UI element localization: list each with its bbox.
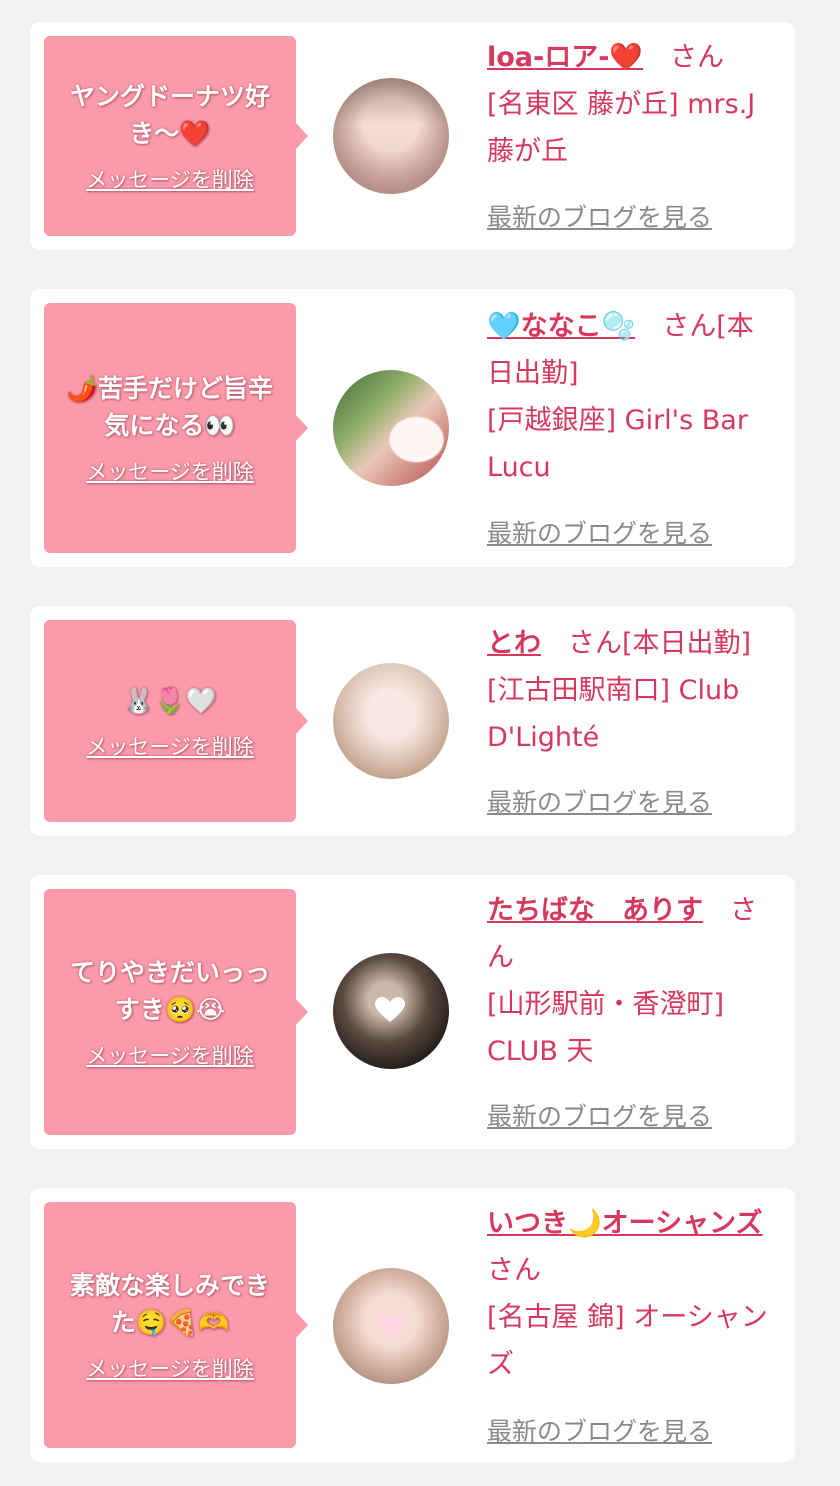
message-card: てりやきだいっっすき🥺😭 メッセージを削除 たちばな ありす さん [山形駅前・…	[30, 875, 795, 1149]
message-bubble: ヤングドーナツ好き〜❤️ メッセージを削除	[44, 36, 308, 236]
shop-info: [江古田駅南口] Club D'Lighté	[487, 675, 740, 753]
view-latest-blog-link[interactable]: 最新のブログを見る	[487, 1412, 712, 1448]
view-latest-blog-link[interactable]: 最新のブログを見る	[487, 783, 712, 819]
message-bubble: 素敵な楽しみできた🤤🍕🫶 メッセージを削除	[44, 1202, 308, 1448]
message-text: ヤングドーナツ好き〜❤️	[69, 82, 270, 148]
profile-name-link[interactable]: とわ	[487, 628, 541, 659]
message-text: 素敵な楽しみできた🤤🍕🫶	[69, 1271, 270, 1337]
message-bubble: 🌶️苦手だけど旨辛気になる👀 メッセージを削除	[44, 303, 308, 553]
heart-sticker-icon	[375, 997, 405, 1023]
view-latest-blog-link[interactable]: 最新のブログを見る	[487, 514, 712, 550]
profile-info: たちばな ありす さん [山形駅前・香澄町] CLUB 天	[487, 887, 779, 1075]
avatar[interactable]	[333, 78, 449, 194]
shop-info: [名古屋 錦] オーシャンズ	[487, 1302, 768, 1380]
message-bubble: 🐰🌷🤍 メッセージを削除	[44, 620, 308, 822]
avatar[interactable]	[333, 953, 449, 1069]
shop-info: [戸越銀座] Girl's Bar Lucu	[487, 405, 748, 483]
profile-info: loa-ロア-❤️ さん [名東区 藤が丘] mrs.J 藤が丘	[487, 34, 779, 175]
profile-info: 🩵ななこ🫧 さん[本日出勤] [戸越銀座] Girl's Bar Lucu	[487, 303, 779, 491]
message-card: 素敵な楽しみできた🤤🍕🫶 メッセージを削除 いつき🌙オーシャンズ さん [名古屋…	[30, 1188, 795, 1462]
view-latest-blog-link[interactable]: 最新のブログを見る	[487, 198, 712, 234]
delete-message-link[interactable]: メッセージを削除	[86, 164, 254, 194]
avatar[interactable]	[333, 1268, 449, 1384]
message-text: 🐰🌷🤍	[123, 685, 217, 715]
message-card: 🐰🌷🤍 メッセージを削除 とわ さん[本日出勤] [江古田駅南口] Club D…	[30, 606, 795, 836]
profile-name-link[interactable]: 🩵ななこ🫧	[487, 311, 635, 342]
shop-info: [名東区 藤が丘] mrs.J 藤が丘	[487, 89, 756, 167]
heart-sticker-icon	[376, 1314, 406, 1340]
view-latest-blog-link[interactable]: 最新のブログを見る	[487, 1097, 712, 1133]
message-card: ヤングドーナツ好き〜❤️ メッセージを削除 loa-ロア-❤️ さん [名東区 …	[30, 22, 795, 250]
profile-name-link[interactable]: loa-ロア-❤️	[487, 42, 643, 73]
profile-name-link[interactable]: いつき🌙オーシャンズ	[487, 1208, 763, 1239]
avatar[interactable]	[333, 370, 449, 486]
message-card: 🌶️苦手だけど旨辛気になる👀 メッセージを削除 🩵ななこ🫧 さん[本日出勤] […	[30, 289, 795, 567]
delete-message-link[interactable]: メッセージを削除	[86, 456, 254, 486]
message-text: 🌶️苦手だけど旨辛気になる👀	[66, 374, 274, 440]
message-text: てりやきだいっっすき🥺😭	[69, 958, 270, 1024]
shop-info: [山形駅前・香澄町] CLUB 天	[487, 989, 725, 1067]
honorific: さん	[643, 42, 725, 73]
profile-info: いつき🌙オーシャンズ さん [名古屋 錦] オーシャンズ	[487, 1200, 779, 1388]
delete-message-link[interactable]: メッセージを削除	[86, 731, 254, 761]
message-bubble: てりやきだいっっすき🥺😭 メッセージを削除	[44, 889, 308, 1135]
honorific: さん[本日出勤]	[541, 628, 752, 659]
profile-name-link[interactable]: たちばな ありす	[487, 895, 703, 926]
message-list: ヤングドーナツ好き〜❤️ メッセージを削除 loa-ロア-❤️ さん [名東区 …	[0, 0, 840, 1486]
delete-message-link[interactable]: メッセージを削除	[86, 1353, 254, 1383]
delete-message-link[interactable]: メッセージを削除	[86, 1040, 254, 1070]
avatar[interactable]	[333, 663, 449, 779]
profile-info: とわ さん[本日出勤] [江古田駅南口] Club D'Lighté	[487, 620, 779, 761]
